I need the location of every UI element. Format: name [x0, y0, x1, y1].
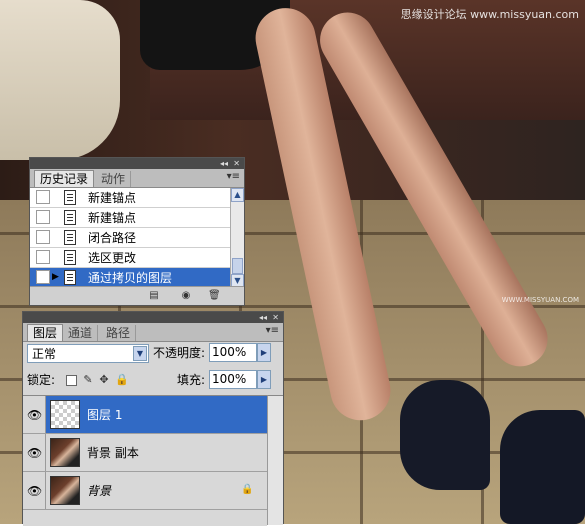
scroll-thumb[interactable] — [232, 258, 243, 274]
visibility-toggle[interactable]: 👁 — [23, 472, 46, 509]
watermark-small: WWW.MISSYUAN.COM — [501, 296, 579, 304]
new-document-from-state-icon[interactable]: ▤ — [148, 290, 160, 301]
tab-history[interactable]: 历史记录 — [34, 170, 95, 187]
layer-row[interactable]: 👁 背景 副本 — [23, 434, 267, 472]
history-item-label: 通过拷贝的图层 — [88, 271, 173, 285]
trash-icon[interactable]: 🗑 — [208, 290, 221, 301]
lock-image-pixels-brush-icon[interactable]: ✎ — [82, 374, 94, 386]
lock-position-move-icon[interactable]: ✥ — [98, 374, 110, 386]
tab-actions[interactable]: 动作 — [96, 171, 132, 187]
snapshot-source-checkbox[interactable] — [36, 230, 50, 244]
layer-row[interactable]: 👁 图层 1 — [23, 396, 267, 434]
lock-fill-row: 锁定: ✎ ✥ 🔒 填充: 100% ▶ — [27, 370, 277, 392]
high-heel-shoe — [500, 410, 585, 524]
lock-label: 锁定: — [27, 373, 56, 387]
lock-transparent-pixels-icon[interactable] — [66, 375, 77, 386]
document-icon — [64, 270, 76, 285]
tab-layers[interactable]: 图层 — [27, 324, 64, 341]
panel-menu-icon[interactable]: ▾≡ — [266, 325, 279, 336]
history-scrollbar[interactable]: ▲ ▼ — [230, 188, 244, 289]
visibility-toggle[interactable]: 👁 — [23, 434, 46, 471]
layer-name: 图层 1 — [87, 408, 123, 422]
document-icon — [64, 230, 76, 245]
layers-scrollbar[interactable] — [267, 395, 283, 525]
watermark: 思缘设计论坛 www.missyuan.com — [400, 8, 579, 21]
lock-icon: 🔒 — [241, 484, 254, 495]
snapshot-source-checkbox[interactable] — [36, 250, 50, 264]
history-footer: ▤ ◉ 🗑 — [30, 286, 244, 305]
opacity-input[interactable]: 100% — [209, 343, 257, 362]
tab-channels[interactable]: 通道 — [63, 325, 99, 341]
history-item-label: 新建锚点 — [88, 191, 137, 205]
history-list: 新建锚点 新建锚点 闭合路径 选区更改 ▶ 通过拷贝的图层 — [30, 188, 230, 289]
layer-thumbnail — [50, 400, 80, 429]
layer-list: 👁 图层 1 👁 背景 副本 👁 背景 🔒 — [23, 395, 267, 526]
chevron-down-icon[interactable]: ▼ — [133, 346, 147, 361]
panel-title-bar[interactable]: ◂◂ ✕ — [30, 158, 244, 169]
panel-title-bar[interactable]: ◂◂ ✕ — [23, 312, 283, 323]
snapshot-source-checkbox[interactable] — [36, 270, 50, 284]
tab-paths[interactable]: 路径 — [101, 325, 137, 341]
history-item[interactable]: 闭合路径 — [30, 228, 230, 248]
eye-icon: 👁 — [27, 484, 43, 498]
eye-icon: 👁 — [27, 446, 43, 460]
layer-row[interactable]: 👁 背景 🔒 — [23, 472, 267, 510]
history-item-label: 闭合路径 — [88, 231, 137, 245]
blend-mode-select[interactable]: 正常 ▼ — [27, 344, 149, 363]
close-icon[interactable]: ✕ — [272, 312, 279, 323]
history-state-slider-icon[interactable]: ▶ — [52, 272, 59, 282]
fill-input[interactable]: 100% — [209, 370, 257, 389]
collapse-icon[interactable]: ◂◂ — [220, 158, 228, 169]
layer-name: 背景 副本 — [87, 446, 139, 460]
snapshot-source-checkbox[interactable] — [36, 210, 50, 224]
layer-thumbnail — [50, 438, 80, 467]
blend-opacity-row: 正常 ▼ 不透明度: 100% ▶ — [27, 343, 277, 365]
eye-icon: 👁 — [27, 408, 43, 422]
close-icon[interactable]: ✕ — [233, 158, 240, 169]
visibility-toggle[interactable]: 👁 — [23, 396, 46, 433]
history-item-label: 选区更改 — [88, 251, 137, 265]
high-heel-shoe — [400, 380, 490, 490]
history-item[interactable]: 新建锚点 — [30, 188, 230, 208]
history-tabs: 历史记录 动作 ▾≡ — [30, 169, 244, 188]
collapse-icon[interactable]: ◂◂ — [259, 312, 267, 323]
history-panel: ◂◂ ✕ 历史记录 动作 ▾≡ 新建锚点 新建锚点 闭合路径 选区更改 ▶ 通过… — [29, 157, 245, 306]
scroll-up-icon[interactable]: ▲ — [231, 188, 244, 202]
document-icon — [64, 210, 76, 225]
light-dress — [0, 0, 120, 160]
panel-menu-icon[interactable]: ▾≡ — [227, 171, 240, 182]
fill-slider-arrow-icon[interactable]: ▶ — [257, 370, 271, 389]
history-item[interactable]: 新建锚点 — [30, 208, 230, 228]
layers-panel: ◂◂ ✕ 图层 通道 路径 ▾≡ 正常 ▼ 不透明度: 100% ▶ 锁定: ✎… — [22, 311, 284, 526]
document-icon — [64, 190, 76, 205]
history-item-label: 新建锚点 — [88, 211, 137, 225]
layer-thumbnail — [50, 476, 80, 505]
blend-mode-value: 正常 — [32, 347, 57, 361]
lock-all-icon[interactable]: 🔒 — [115, 374, 129, 386]
fill-label: 填充: — [177, 373, 206, 387]
document-icon — [64, 250, 76, 265]
opacity-slider-arrow-icon[interactable]: ▶ — [257, 343, 271, 362]
camera-icon[interactable]: ◉ — [180, 290, 192, 301]
snapshot-source-checkbox[interactable] — [36, 190, 50, 204]
opacity-label: 不透明度: — [153, 346, 206, 360]
layer-name: 背景 — [87, 484, 112, 498]
history-item[interactable]: 选区更改 — [30, 248, 230, 268]
layers-tabs: 图层 通道 路径 ▾≡ — [23, 323, 283, 342]
